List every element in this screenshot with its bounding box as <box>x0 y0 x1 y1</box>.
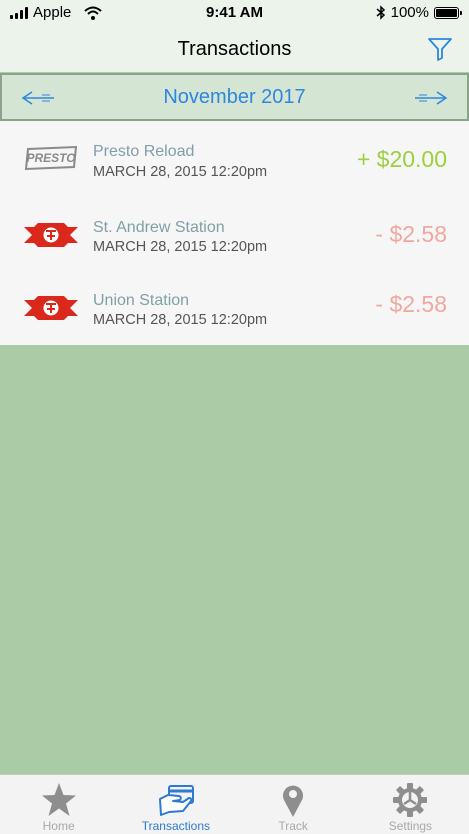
status-bar: Apple 9:41 AM 100% <box>0 0 469 26</box>
gear-icon <box>393 783 428 817</box>
battery-icon <box>434 6 462 19</box>
tab-label: Track <box>278 819 308 833</box>
presto-logo-text: PRESTO <box>26 151 76 165</box>
tab-settings[interactable]: Settings <box>352 775 469 834</box>
tab-bar: Home Transactions Track Settings <box>0 774 469 834</box>
bluetooth-icon <box>376 5 385 20</box>
page-title: Transactions <box>177 38 292 60</box>
tab-label: Home <box>42 819 75 833</box>
transaction-date: MARCH 28, 2015 12:20pm <box>93 239 268 255</box>
tab-track[interactable]: Track <box>235 775 352 834</box>
card-icon <box>158 785 194 816</box>
transaction-name: Presto Reload <box>93 143 195 160</box>
transaction-date: MARCH 28, 2015 12:20pm <box>93 312 268 328</box>
transaction-row[interactable]: Union Station MARCH 28, 2015 12:20pm - $… <box>0 269 469 343</box>
transactions-list: PRESTO Presto Reload MARCH 28, 2015 12:2… <box>0 121 469 345</box>
transaction-date: MARCH 28, 2015 12:20pm <box>93 164 268 180</box>
transaction-name: St. Andrew Station <box>93 219 225 236</box>
filter-icon[interactable] <box>427 36 453 62</box>
transaction-name: Union Station <box>93 292 190 309</box>
transaction-row[interactable]: PRESTO Presto Reload MARCH 28, 2015 12:2… <box>0 121 469 195</box>
transaction-amount: - $2.58 <box>375 291 447 317</box>
transaction-amount: + $20.00 <box>356 146 447 172</box>
transaction-amount: - $2.58 <box>375 221 447 247</box>
month-label[interactable]: November 2017 <box>2 86 467 109</box>
ttc-logo <box>24 296 78 320</box>
nav-bar: Transactions <box>0 26 469 72</box>
tab-transactions[interactable]: Transactions <box>117 775 234 834</box>
arrow-right-icon[interactable] <box>415 90 449 106</box>
month-selector: November 2017 <box>0 73 469 121</box>
tab-label: Settings <box>388 819 433 833</box>
battery-percent: 100% <box>390 4 429 21</box>
tab-home[interactable]: Home <box>0 775 117 834</box>
star-icon <box>41 783 76 816</box>
presto-logo: PRESTO <box>24 145 78 171</box>
location-pin-icon <box>283 785 304 817</box>
transaction-row[interactable]: St. Andrew Station MARCH 28, 2015 12:20p… <box>0 195 469 269</box>
ttc-logo <box>24 223 78 247</box>
tab-label: Transactions <box>141 819 210 833</box>
